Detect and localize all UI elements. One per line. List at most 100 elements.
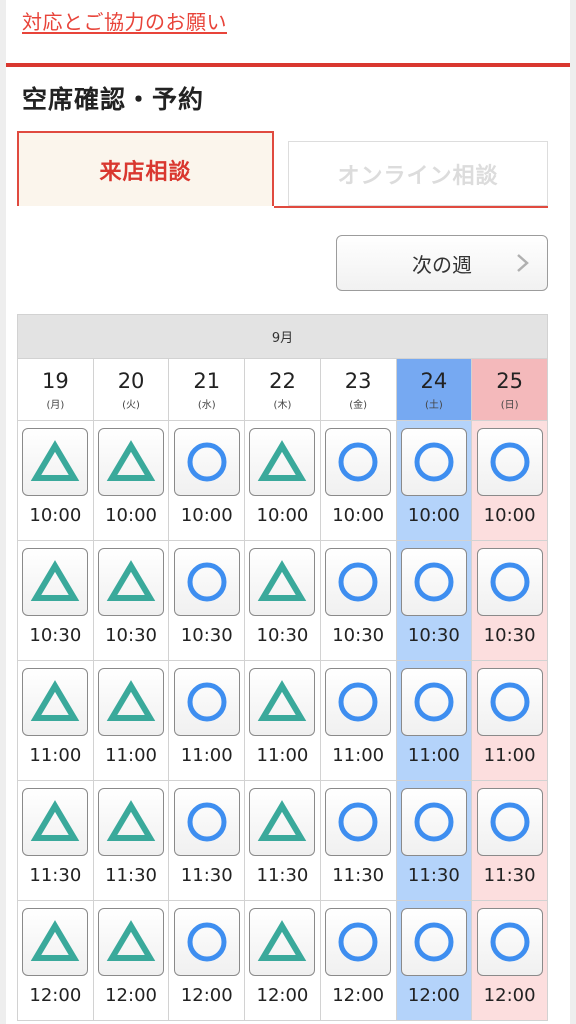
slot-button[interactable] xyxy=(173,548,240,616)
time-slot-cell: 10:30 xyxy=(17,540,94,661)
time-slot-cell: 10:00 xyxy=(168,420,246,541)
day-number: 24 xyxy=(420,369,448,393)
time-slot-cell: 12:00 xyxy=(395,900,473,1021)
slot-button[interactable] xyxy=(249,668,316,736)
slot-time: 10:00 xyxy=(29,505,82,526)
time-slot-cell: 10:00 xyxy=(319,420,397,541)
slot-time: 12:00 xyxy=(29,985,82,1006)
slot-button[interactable] xyxy=(249,788,316,856)
slot-button[interactable] xyxy=(173,668,240,736)
slot-time: 10:00 xyxy=(483,505,536,526)
slot-button[interactable] xyxy=(173,428,240,496)
slot-button[interactable] xyxy=(476,548,543,616)
time-slot-cell: 12:00 xyxy=(244,900,321,1021)
slot-button[interactable] xyxy=(22,428,89,496)
circle-icon xyxy=(490,442,530,482)
slot-time: 12:00 xyxy=(483,985,536,1006)
time-slot-cell: 10:00 xyxy=(244,420,321,541)
circle-icon xyxy=(414,442,454,482)
day-header-row: 19 (月) 20 (火) 21 (水) 22 (木) 23 (金) 24 (土) 25 (日) xyxy=(17,358,548,421)
slot-button[interactable] xyxy=(325,428,392,496)
day-number: 19 xyxy=(41,369,69,393)
time-slot-cell: 11:00 xyxy=(168,660,246,781)
slot-button[interactable] xyxy=(22,908,89,976)
triangle-icon xyxy=(31,920,80,961)
triangle-icon xyxy=(106,560,156,601)
circle-icon xyxy=(414,682,454,722)
slot-button[interactable] xyxy=(249,548,316,616)
triangle-icon xyxy=(106,800,156,841)
availability-calendar: 9月 19 (月) 20 (火) 21 (水) 22 (木) 23 (金) 24 (土) 25 (日) 1… xyxy=(17,314,548,1021)
time-slot-cell: 12:00 xyxy=(471,900,548,1021)
circle-icon xyxy=(490,562,530,602)
slot-time: 10:30 xyxy=(180,625,233,646)
slot-button[interactable] xyxy=(325,908,392,976)
slot-button[interactable] xyxy=(325,668,392,736)
slot-time: 10:30 xyxy=(29,625,82,646)
day-header: 23 (金) xyxy=(319,358,397,421)
next-week-button[interactable]: 次の週 xyxy=(336,235,548,291)
slot-button[interactable] xyxy=(400,668,467,736)
slot-time: 11:30 xyxy=(483,865,536,886)
slot-button[interactable] xyxy=(476,908,543,976)
slot-button[interactable] xyxy=(476,668,543,736)
slot-button[interactable] xyxy=(400,548,467,616)
triangle-icon xyxy=(31,800,80,841)
slot-button[interactable] xyxy=(476,428,543,496)
slot-time: 11:30 xyxy=(332,865,385,886)
day-weekday: (月) xyxy=(46,400,65,411)
slot-time: 11:30 xyxy=(29,865,82,886)
slot-time: 12:00 xyxy=(180,985,233,1006)
slot-button[interactable] xyxy=(400,788,467,856)
slot-button[interactable] xyxy=(173,788,240,856)
slot-time: 11:30 xyxy=(180,865,233,886)
circle-icon xyxy=(187,442,227,482)
slot-button[interactable] xyxy=(22,668,89,736)
time-slot-cell: 10:30 xyxy=(92,540,170,661)
circle-icon xyxy=(414,922,454,962)
slot-button[interactable] xyxy=(98,668,165,736)
slot-button[interactable] xyxy=(325,788,392,856)
day-number: 21 xyxy=(193,369,221,393)
triangle-icon xyxy=(31,560,80,601)
slot-button[interactable] xyxy=(98,428,165,496)
slot-button[interactable] xyxy=(249,908,316,976)
time-slot-cell: 11:30 xyxy=(319,780,397,901)
circle-icon xyxy=(338,922,378,962)
slot-time: 11:30 xyxy=(407,865,460,886)
time-slot-cell: 10:30 xyxy=(168,540,246,661)
tab-in-store-consultation[interactable]: 来店相談 xyxy=(17,131,274,206)
slot-time: 10:30 xyxy=(332,625,385,646)
slot-button[interactable] xyxy=(98,788,165,856)
circle-icon xyxy=(490,922,530,962)
slot-button[interactable] xyxy=(249,428,316,496)
slot-time: 11:00 xyxy=(483,745,536,766)
time-slot-cell: 10:30 xyxy=(319,540,397,661)
slot-time: 10:00 xyxy=(407,505,460,526)
slot-button[interactable] xyxy=(22,788,89,856)
circle-icon xyxy=(490,682,530,722)
triangle-icon xyxy=(258,920,307,961)
circle-icon xyxy=(187,922,227,962)
time-slot-cell: 11:30 xyxy=(244,780,321,901)
section-divider xyxy=(6,63,570,67)
slot-button[interactable] xyxy=(476,788,543,856)
time-slot-cell: 12:00 xyxy=(319,900,397,1021)
slot-button[interactable] xyxy=(173,908,240,976)
triangle-icon xyxy=(31,680,80,721)
slot-button[interactable] xyxy=(98,908,165,976)
time-slot-cell: 12:00 xyxy=(92,900,170,1021)
slot-time: 10:00 xyxy=(180,505,233,526)
slot-time: 10:00 xyxy=(105,505,157,526)
slot-button[interactable] xyxy=(98,548,165,616)
time-slot-cell: 11:30 xyxy=(471,780,548,901)
triangle-icon xyxy=(258,680,307,721)
slot-button[interactable] xyxy=(325,548,392,616)
slot-button[interactable] xyxy=(400,908,467,976)
slot-button[interactable] xyxy=(400,428,467,496)
slot-button[interactable] xyxy=(22,548,89,616)
slot-time: 11:00 xyxy=(256,745,309,766)
notice-link[interactable]: 対応とご協力のお願い xyxy=(22,6,227,35)
circle-icon xyxy=(414,562,454,602)
tab-online-consultation[interactable]: オンライン相談 xyxy=(288,141,548,206)
